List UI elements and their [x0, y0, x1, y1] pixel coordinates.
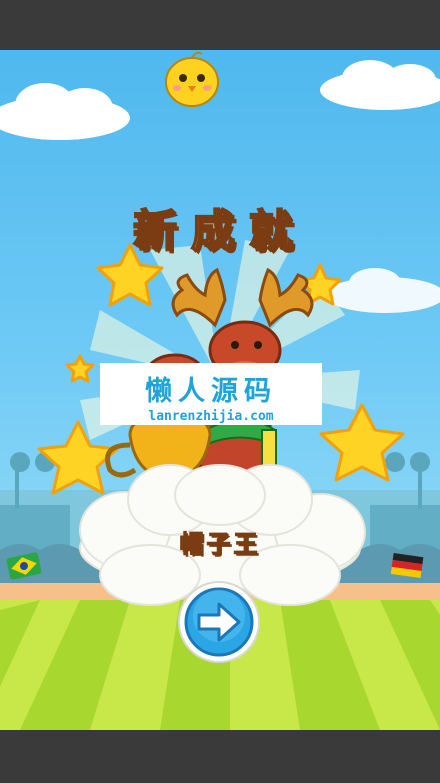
chick-mascot-icon [165, 51, 219, 107]
cloud-right [320, 60, 440, 110]
watermark-url: lanrenzhijia.com [148, 409, 274, 424]
cloud-mid-right [325, 268, 440, 313]
achievement-title: 新成就 [132, 205, 307, 258]
next-button[interactable] [177, 580, 261, 664]
watermark-banner: 懒人源码 lanrenzhijia.com [100, 363, 322, 425]
app-frame: 新成就 懒人源码 lanrenzhijia.com 帽子王 [0, 0, 440, 783]
cloud-left [0, 83, 130, 140]
arrow-right-icon [178, 581, 260, 663]
watermark-title: 懒人源码 [145, 376, 277, 407]
achievement-name: 帽子王 [179, 530, 261, 559]
star-icon [65, 354, 95, 383]
game-stage: 新成就 懒人源码 lanrenzhijia.com 帽子王 [0, 50, 440, 730]
